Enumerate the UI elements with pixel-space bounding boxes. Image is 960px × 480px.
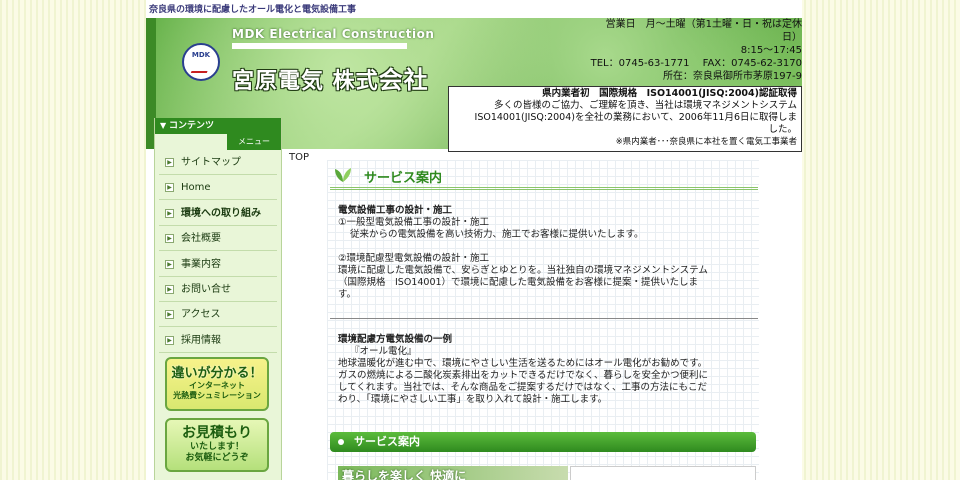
block-line: 従来からの電気設備を高い技術力、施工でお客様に提供いたします。: [350, 229, 644, 240]
arrow-right-icon: ▶: [165, 336, 174, 345]
company-name-main: 宮原電気 株式: [232, 68, 379, 94]
company-name-suffix: 会社: [378, 65, 429, 94]
iso-certification-box: 県内業者初 国際規格 ISO14001(JISQ:2004)認証取得 多くの皆様…: [448, 86, 802, 152]
banner-subtext: いたします！: [189, 442, 244, 452]
iso-title: 県内業者初 国際規格 ISO14001(JISQ:2004)認証取得: [542, 88, 797, 99]
block-line: 『オール電化』: [350, 346, 417, 357]
leaf-icon: [335, 168, 351, 182]
banner-subtext: お気軽にどうぞ: [185, 453, 249, 463]
section-title-underline: [330, 187, 758, 190]
iso-note: ※県内業者･･･奈良県に本社を置く電気工事業者: [615, 137, 797, 147]
arrow-right-icon: ▶: [165, 285, 174, 294]
bullet-icon: [338, 439, 344, 445]
block-line: わり、「環境にやさしい工事」を取り入れて設計・施工します。: [338, 394, 608, 405]
sidebar-item-access[interactable]: ▶ アクセス: [159, 304, 277, 327]
block-title: 環境配慮方電気設備の一例: [338, 334, 453, 345]
japanese-company-name: 宮原電気 株式会社: [232, 60, 429, 95]
english-company-name: MDK Electrical Construction: [232, 27, 435, 41]
company-logo[interactable]: MDK: [182, 43, 220, 81]
feature-photo: 暮らしを楽しく 快適に: [338, 466, 568, 480]
arrow-right-icon: ▶: [165, 158, 174, 167]
sidebar-item-label: 事業内容: [181, 259, 221, 270]
photo-caption: 暮らしを楽しく 快適に: [342, 469, 467, 480]
menu-header: ▼ コンテンツ: [155, 118, 281, 134]
menu-subheader: メニュー: [227, 134, 281, 150]
contact-numbers: TEL：0745-63-1771 FAX：0745-62-3170: [590, 58, 802, 69]
feature-panel: [570, 466, 756, 480]
sidebar-item-label: 採用情報: [181, 335, 221, 346]
sidebar: ▼ コンテンツ メニュー ▶ サイトマップ ▶ Home ▶ 環境への取り組み …: [154, 118, 282, 480]
sidebar-item-environment[interactable]: ▶ 環境への取り組み: [159, 203, 277, 226]
service-block-all-electric: 環境配慮方電気設備の一例 『オール電化』 地球温暖化が進む中で、環境にやさしい生…: [338, 334, 754, 406]
address: 所在：奈良県御所市茅原197-9: [662, 71, 802, 82]
sidebar-item-label: お問い合せ: [181, 284, 231, 295]
sidebar-item-label: 会社概要: [181, 233, 221, 244]
arrow-right-icon: ▶: [165, 183, 174, 192]
iso-body-2: ISO14001(JISQ:2004)を全社の業務において、2006年11月6日…: [474, 112, 797, 123]
block-title: 電気設備工事の設計・施工: [338, 205, 453, 216]
sidebar-item-sitemap[interactable]: ▶ サイトマップ: [159, 152, 277, 175]
sidebar-item-label: アクセス: [181, 309, 221, 320]
banner-heading: お見積もり: [182, 425, 252, 441]
business-days: 営業日 月〜土曜（第1土曜・日・祝は定休: [605, 19, 802, 30]
sidebar-item-contact[interactable]: ▶ お問い合せ: [159, 279, 277, 302]
sidebar-item-recruit[interactable]: ▶ 採用情報: [159, 330, 277, 353]
sidebar-item-label: サイトマップ: [181, 157, 241, 168]
service-info-bar-label: サービス案内: [354, 435, 420, 448]
block-line: 地球温暖化が進む中で、環境にやさしい生活を送るためにはオール電化がお勧めです。: [338, 358, 708, 369]
service-info-bar: サービス案内: [330, 432, 756, 452]
section-title: サービス案内: [364, 171, 443, 186]
estimate-banner[interactable]: お見積もり いたします！ お気軽にどうぞ: [165, 418, 269, 472]
sidebar-item-label: 環境への取り組み: [181, 208, 261, 219]
banner-subtext: インターネット: [189, 381, 245, 390]
block-line: ②環境配慮型電気設備の設計・施工: [338, 253, 490, 264]
section-divider: [330, 318, 758, 319]
banner-heading: 違いが分かる！: [171, 366, 263, 381]
sidebar-item-company[interactable]: ▶ 会社概要: [159, 228, 277, 251]
iso-body-1: 多くの皆様のご協力、ご理解を頂き、当社は環境マネジメントシステム: [493, 100, 797, 111]
sidebar-item-label: Home: [181, 182, 211, 193]
arrow-right-icon: ▶: [165, 260, 174, 269]
sidebar-item-business[interactable]: ▶ 事業内容: [159, 254, 277, 277]
block-line: す。: [338, 289, 357, 300]
block-line: 環境に配慮した電気設備で、安らぎとゆとりを。当社独自の環境マネジメントシステム: [338, 265, 708, 276]
arrow-right-icon: ▶: [165, 310, 174, 319]
sidebar-item-home[interactable]: ▶ Home: [159, 177, 277, 200]
block-line: ガスの燃焼による二酸化炭素排出をカットできるだけでなく、暮らしを安全かつ便利に: [338, 370, 709, 381]
banner-subtext: 光熱費シュミレーション: [173, 391, 261, 400]
arrow-right-icon: ▶: [165, 234, 174, 243]
block-line: ①一般型電気設備工事の設計・施工: [338, 217, 490, 228]
header-divider: [232, 43, 407, 49]
business-info: 営業日 月〜土曜（第1土曜・日・祝は定休 日） 8:15〜17:45 TEL：0…: [450, 18, 802, 83]
site-tagline: 奈良県の環境に配慮したオール電化と電気設備工事: [149, 5, 357, 15]
iso-body-3: した。: [768, 124, 797, 135]
business-hours: 8:15〜17:45: [740, 45, 802, 56]
breadcrumb[interactable]: TOP: [289, 152, 309, 163]
service-block-electrical: 電気設備工事の設計・施工 ①一般型電気設備工事の設計・施工 従来からの電気設備を…: [338, 205, 754, 301]
block-line: してくれます。当社では、そんな商品をご提案するだけではなく、工事の方法にもこだ: [338, 382, 707, 393]
utility-simulation-banner[interactable]: 違いが分かる！ インターネット 光熱費シュミレーション: [165, 357, 269, 411]
business-days-cont: 日）: [782, 32, 802, 43]
triangle-down-icon: ▼: [160, 121, 167, 130]
arrow-right-icon: ▶: [165, 209, 174, 218]
lightning-icon: [190, 61, 212, 73]
block-line: （国際規格 ISO14001）で環境に配慮した電気設備をお客様に提案・提供いたし…: [338, 277, 699, 288]
logo-text: MDK: [191, 51, 211, 59]
